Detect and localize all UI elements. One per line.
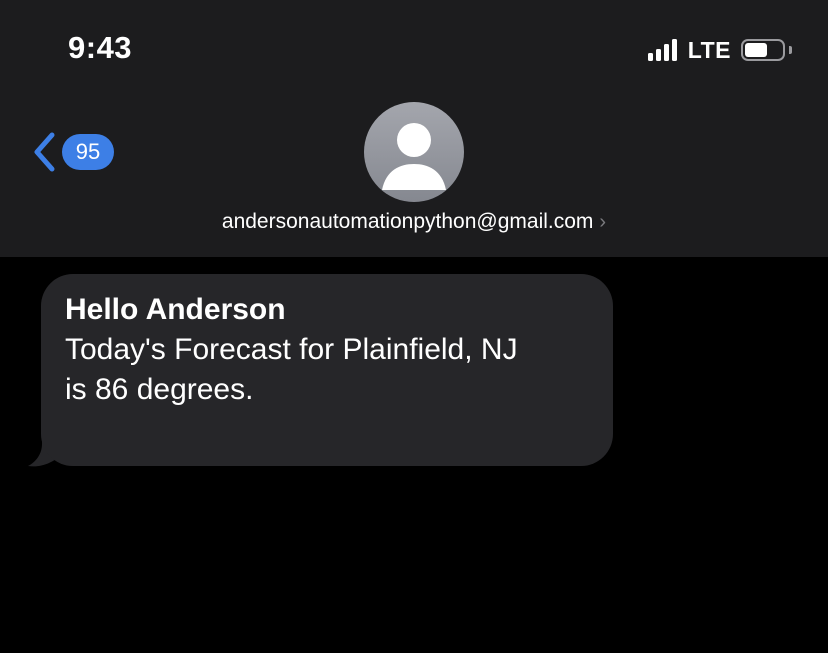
status-time: 9:43 [68, 30, 133, 65]
contact-avatar[interactable] [364, 102, 464, 202]
unread-count-badge: 95 [62, 134, 114, 170]
message-line: Today's Forecast for Plainfield, NJ [65, 333, 518, 366]
battery-tip [789, 46, 792, 54]
conversation-header: 9:43 LTE 95 andersonautomationpython@gma… [0, 0, 828, 257]
person-icon [382, 123, 446, 190]
network-type: LTE [687, 36, 731, 63]
message-line: is 86 degrees. [65, 373, 254, 406]
contact-email: andersonautomationpython@gmail.com [221, 210, 594, 233]
signal-strength-icon [647, 39, 680, 61]
status-indicators: LTE [647, 36, 792, 64]
back-button[interactable]: 95 [30, 130, 114, 174]
message-title: Hello Anderson [65, 293, 286, 326]
battery-level-fill [745, 43, 767, 57]
message-bubble[interactable]: Hello Anderson Today's Forecast for Plai… [41, 274, 613, 466]
chevron-left-icon [30, 130, 58, 174]
contact-name[interactable]: andersonautomationpython@gmail.com › [0, 210, 828, 234]
chevron-right-icon: › [599, 211, 607, 233]
battery-icon [741, 39, 785, 61]
